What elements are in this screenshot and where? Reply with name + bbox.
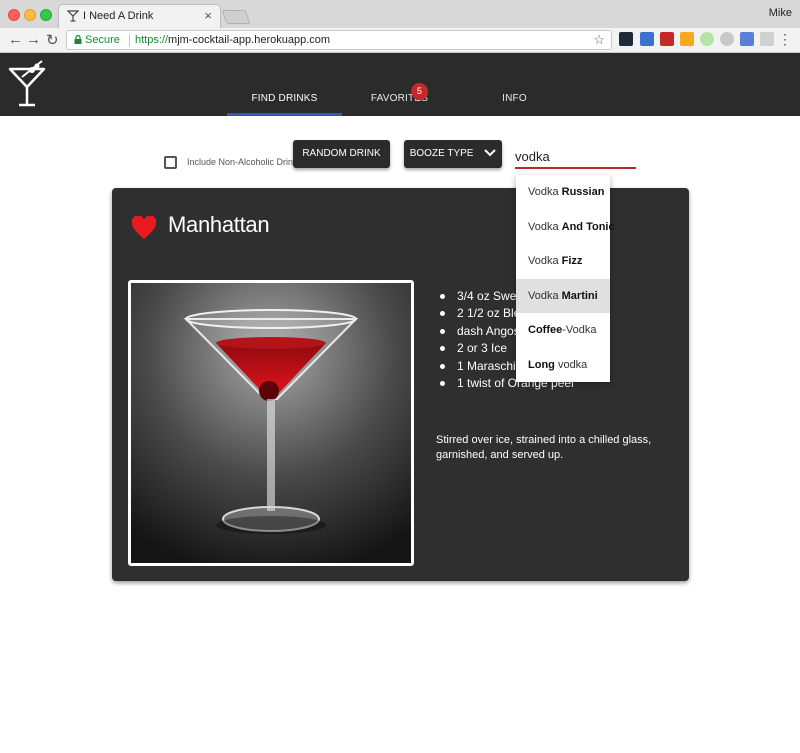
extension-grid-icon[interactable] (640, 32, 654, 46)
tab-info[interactable]: INFO (457, 53, 572, 116)
minimize-window-icon[interactable] (24, 9, 36, 21)
cocktail-favicon-icon (67, 10, 79, 22)
autocomplete-option[interactable]: Long vodka (516, 348, 610, 383)
option-match: Fizz (561, 255, 583, 267)
autocomplete-option[interactable]: Vodka And Tonic (516, 210, 615, 245)
extension-react-icon[interactable] (619, 32, 633, 46)
tab-favorites[interactable]: FAVORITES 5 (342, 53, 457, 116)
favorite-heart-icon[interactable] (131, 216, 157, 240)
option-match: Coffee (528, 324, 563, 336)
option-match: Martini (561, 289, 598, 302)
browser-tab-bar: I Need A Drink × Mike (0, 0, 800, 28)
extension-u-icon[interactable] (760, 32, 774, 46)
autocomplete-option[interactable]: Vodka Fizz (516, 244, 610, 279)
option-match: And Tonic (561, 220, 615, 233)
secure-label: Secure (85, 34, 120, 46)
extension-pencil-icon[interactable] (680, 32, 694, 46)
browser-tab[interactable]: I Need A Drink × (58, 4, 221, 28)
url-host: mjm-cocktail-app.herokuapp.com (168, 34, 331, 46)
profile-name[interactable]: Mike (769, 7, 792, 19)
url-text: https://mjm-cocktail-app.herokuapp.com (135, 34, 330, 46)
booze-type-button[interactable]: BOOZE TYPE (404, 140, 502, 168)
browser-toolbar: ← → ↻ Secure https://mjm-cocktail-app.he… (0, 28, 800, 53)
tab-title: I Need A Drink (83, 10, 154, 22)
option-match: Long (528, 358, 555, 371)
extension-gray-icon[interactable] (720, 32, 734, 46)
autocomplete-option-highlighted[interactable]: Vodka Martini (516, 278, 610, 313)
random-drink-button[interactable]: RANDOM DRINK (293, 140, 390, 168)
option-suffix: -Vodka (562, 324, 597, 336)
autocomplete-option[interactable]: Vodka Russian (516, 175, 610, 210)
lock-icon (74, 35, 82, 44)
forward-icon[interactable]: → (26, 31, 41, 48)
app-header: FIND DRINKS FAVORITES 5 INFO (0, 53, 800, 116)
maximize-window-icon[interactable] (40, 9, 52, 21)
favorites-count-badge: 5 (411, 83, 428, 100)
search-input[interactable] (515, 146, 636, 169)
drink-title: Manhattan (168, 212, 270, 237)
drink-photo (128, 280, 414, 566)
option-prefix: Vodka (528, 220, 562, 233)
chevron-down-icon (484, 149, 496, 157)
extension-face-icon[interactable] (700, 32, 714, 46)
booze-type-label: BOOZE TYPE (409, 148, 474, 159)
browser-menu-icon[interactable]: ⋮ (778, 31, 792, 48)
reload-icon[interactable]: ↻ (46, 31, 59, 49)
extension-red-icon[interactable] (660, 32, 674, 46)
address-separator (129, 34, 130, 47)
address-bar[interactable]: Secure https://mjm-cocktail-app.herokuap… (66, 30, 612, 50)
close-tab-icon[interactable]: × (204, 8, 212, 23)
close-window-icon[interactable] (8, 9, 20, 21)
autocomplete-dropdown: Vodka Russian Vodka And Tonic Vodka Fizz… (516, 175, 615, 383)
random-drink-label: RANDOM DRINK (302, 148, 381, 159)
non-alcoholic-checkbox[interactable] (164, 156, 177, 169)
back-icon[interactable]: ← (8, 31, 23, 48)
tab-info-label: INFO (502, 93, 527, 104)
bookmark-star-icon[interactable]: ☆ (593, 32, 605, 48)
option-prefix: Vodka (528, 255, 562, 267)
new-tab-button[interactable] (221, 10, 251, 24)
cocktail-image (131, 283, 411, 563)
option-suffix: vodka (554, 358, 588, 371)
autocomplete-option[interactable]: Coffee-Vodka (516, 313, 610, 348)
tab-find-drinks-label: FIND DRINKS (251, 93, 318, 104)
option-prefix: Vodka (528, 186, 562, 198)
non-alcoholic-label: Include Non-Alcoholic Drinks (187, 157, 303, 167)
tab-find-drinks[interactable]: FIND DRINKS (227, 53, 342, 116)
option-match: Russian (561, 186, 605, 198)
extension-blue-icon[interactable] (740, 32, 754, 46)
url-scheme: https:// (135, 34, 169, 46)
drink-instructions: Stirred over ice, strained into a chille… (436, 434, 652, 461)
option-prefix: Vodka (528, 289, 562, 302)
martini-logo-icon[interactable] (8, 59, 46, 107)
